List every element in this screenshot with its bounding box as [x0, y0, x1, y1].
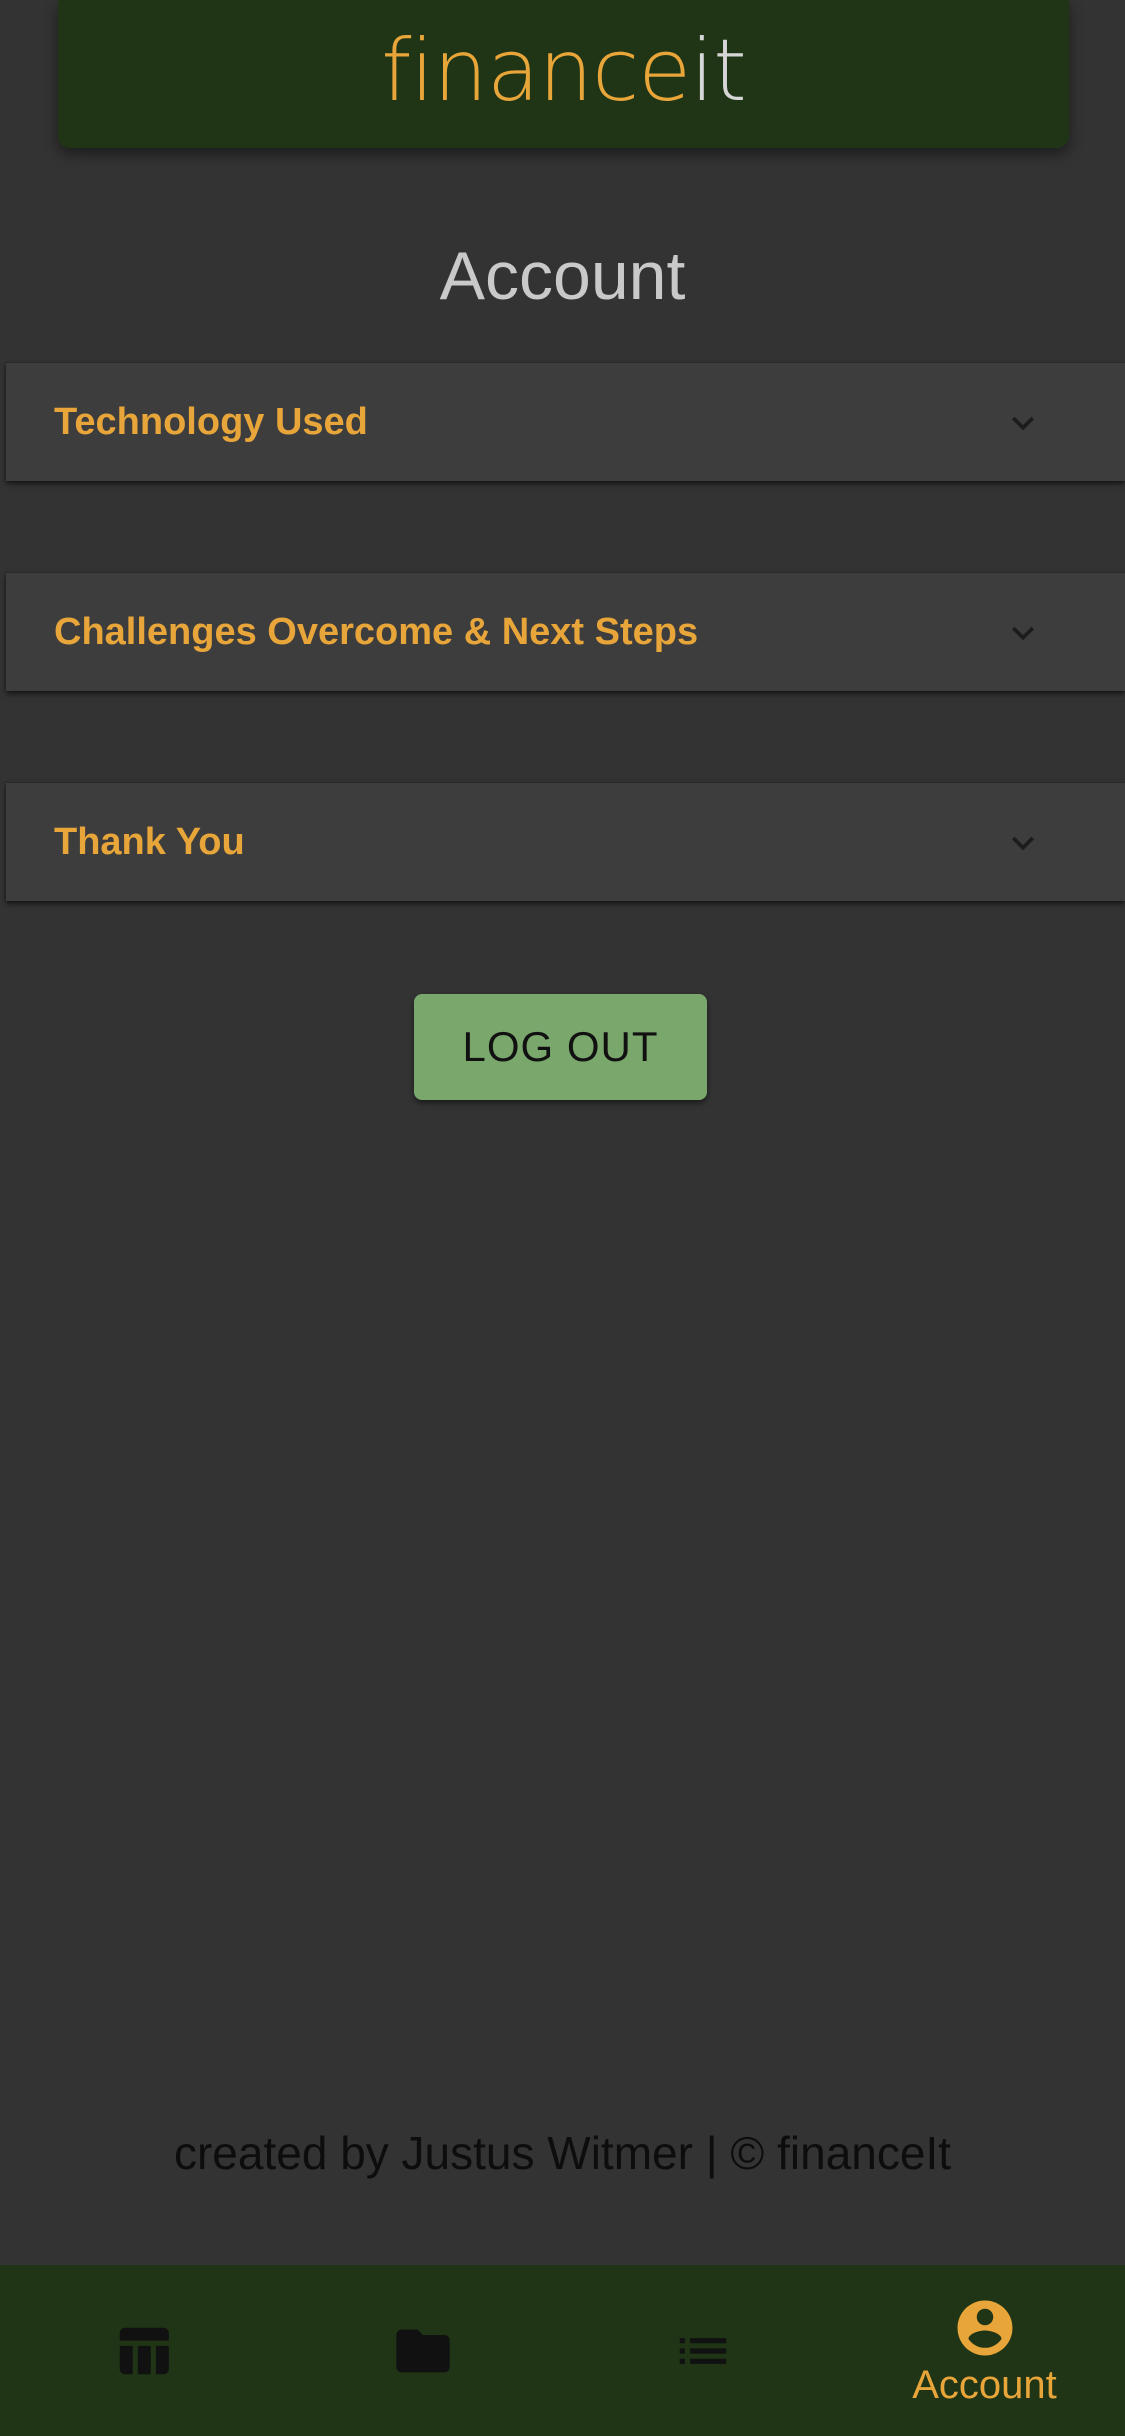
logo-finance-text: finance — [381, 21, 691, 121]
accordion-label: Challenges Overcome & Next Steps — [54, 610, 699, 653]
chevron-down-icon — [1012, 416, 1034, 431]
bottom-navigation: Account — [0, 2265, 1125, 2436]
chevron-down-icon — [1012, 836, 1034, 851]
app-header: financeit — [58, 0, 1069, 148]
nav-label-account: Account — [912, 2362, 1057, 2407]
nav-item-folder[interactable] — [282, 2265, 563, 2436]
accordion-technology-used[interactable]: Technology Used — [6, 363, 1125, 481]
nav-item-list[interactable] — [562, 2265, 843, 2436]
chevron-down-icon — [1012, 626, 1034, 641]
nav-item-account[interactable]: Account — [844, 2265, 1125, 2436]
app-logo[interactable]: financeit — [381, 28, 747, 114]
logo-it-text: it — [690, 21, 747, 121]
table-icon — [119, 2327, 169, 2374]
accordion-thank-you[interactable]: Thank You — [6, 783, 1125, 901]
accordion-label: Technology Used — [54, 400, 368, 443]
accordion-label: Thank You — [54, 820, 245, 863]
folder-icon — [395, 2329, 450, 2372]
page-title: Account — [439, 237, 686, 314]
list-icon — [679, 2337, 726, 2364]
accordion-challenges-next-steps[interactable]: Challenges Overcome & Next Steps — [6, 573, 1125, 691]
footer-credit: created by Justus Witmer | © financeIt — [173, 2127, 951, 2179]
logout-button[interactable]: LOG OUT — [414, 994, 707, 1100]
nav-item-table[interactable] — [2, 2265, 283, 2436]
account-circle-icon — [957, 2300, 1012, 2355]
